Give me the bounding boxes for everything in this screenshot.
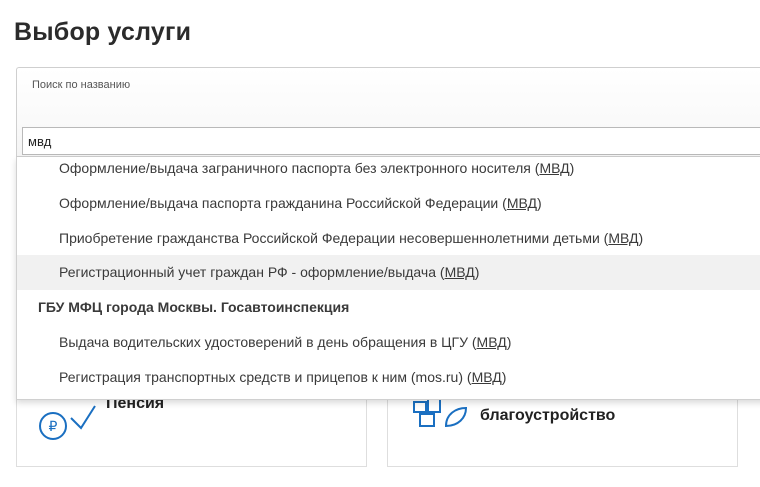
card-title: благоустройство <box>480 407 616 424</box>
agency-link[interactable]: МВД <box>507 195 537 211</box>
ruble-coin-icon: ₽ <box>37 398 97 449</box>
result-text: Приобретение гражданства Российской Феде… <box>59 230 600 246</box>
search-label: Поиск по названию <box>32 79 131 91</box>
agency-link[interactable]: МВД <box>445 264 475 280</box>
result-item[interactable]: Приобретение гражданства Российской Феде… <box>17 221 760 256</box>
result-text: Оформление/выдача паспорта гражданина Ро… <box>59 195 499 211</box>
agency-link[interactable]: МВД <box>608 230 638 246</box>
result-item[interactable]: Оформление/выдача заграничного паспорта … <box>17 151 760 186</box>
result-item[interactable]: Оформление/выдача паспорта гражданина Ро… <box>17 186 760 221</box>
agency-link[interactable]: МВД <box>472 369 502 385</box>
result-item[interactable]: Выдача водительских удостоверений в день… <box>17 325 760 360</box>
result-text: Оформление/выдача заграничного паспорта … <box>59 160 531 176</box>
result-text: Регистрационный учет граждан РФ - оформл… <box>59 264 436 280</box>
result-group-header: ГБУ МФЦ города Москвы. Госавтоинспекция <box>38 299 350 315</box>
result-text: Регистрация транспортных средств и прице… <box>59 369 463 385</box>
svg-text:₽: ₽ <box>49 418 58 434</box>
result-item-highlighted[interactable]: Регистрационный учет граждан РФ - оформл… <box>17 255 760 290</box>
agency-link[interactable]: МВД <box>539 160 569 176</box>
result-text: Выдача водительских удостоверений в день… <box>59 334 468 350</box>
agency-link[interactable]: МВД <box>477 334 507 350</box>
result-item[interactable]: Регистрация транспортных средств и прице… <box>17 360 760 395</box>
search-panel: Поиск по названию <box>16 67 760 157</box>
city-blocks-icon <box>412 394 468 435</box>
search-results-dropdown: Оформление/выдача заграничного паспорта … <box>16 157 760 400</box>
page-title: Выбор услуги <box>14 18 192 46</box>
